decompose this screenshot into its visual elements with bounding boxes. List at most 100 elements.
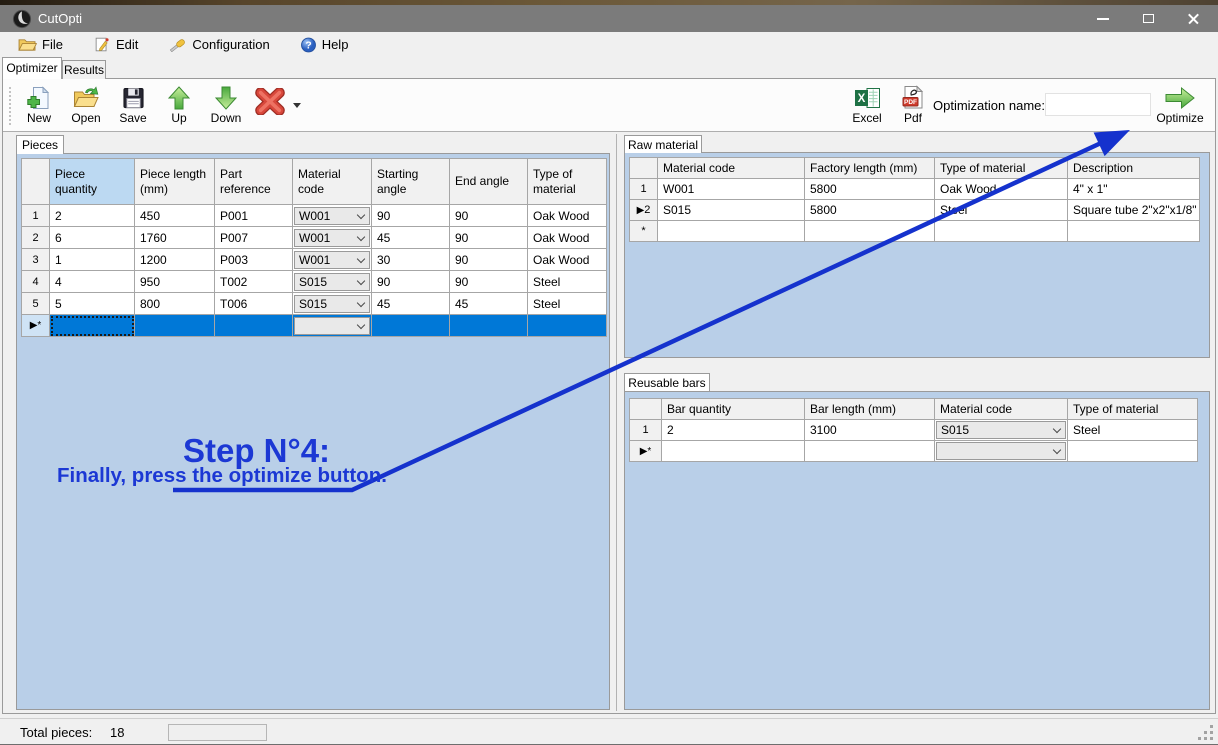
tab-optimizer[interactable]: Optimizer: [2, 57, 62, 79]
menu-configuration[interactable]: Configuration: [160, 35, 277, 54]
cell-end[interactable]: 45: [450, 293, 528, 315]
row-header[interactable]: 1: [22, 205, 50, 227]
cell-end[interactable]: 90: [450, 205, 528, 227]
new-row-header[interactable]: ▶*: [22, 315, 50, 337]
cell-qty[interactable]: 4: [50, 271, 135, 293]
col-type-of-material[interactable]: Type of material: [528, 159, 607, 205]
cell-material-combo[interactable]: W001: [293, 205, 372, 227]
corner-header[interactable]: [630, 399, 662, 420]
row-header[interactable]: 4: [22, 271, 50, 293]
col-material-code[interactable]: Material code: [935, 399, 1068, 420]
cell-length[interactable]: [805, 221, 935, 242]
cell-material-combo[interactable]: S015: [935, 420, 1068, 441]
cell-qty[interactable]: 1: [50, 249, 135, 271]
cell-type[interactable]: [1068, 441, 1198, 462]
save-button[interactable]: Save: [111, 84, 155, 125]
cell-length[interactable]: [805, 441, 935, 462]
cell-start[interactable]: 90: [372, 205, 450, 227]
cell-type[interactable]: Steel: [528, 293, 607, 315]
cell-desc[interactable]: [1068, 221, 1200, 242]
resize-grip-icon[interactable]: [1199, 726, 1213, 740]
up-button[interactable]: Up: [157, 84, 201, 125]
cell-length[interactable]: 1760: [135, 227, 215, 249]
cell-start[interactable]: 45: [372, 227, 450, 249]
cell-length[interactable]: 800: [135, 293, 215, 315]
row-header[interactable]: 1: [630, 420, 662, 441]
cell-type[interactable]: Steel: [1068, 420, 1198, 441]
col-piece-quantity[interactable]: Piece quantity: [50, 159, 135, 205]
pdf-export-button[interactable]: PDF Pdf: [893, 84, 933, 125]
excel-export-button[interactable]: X Excel: [843, 84, 891, 125]
col-bar-quantity[interactable]: Bar quantity: [662, 399, 805, 420]
tab-reusable-bars[interactable]: Reusable bars: [624, 373, 710, 391]
corner-header[interactable]: [630, 158, 658, 179]
col-type-of-material[interactable]: Type of material: [1068, 399, 1198, 420]
cell-material-combo[interactable]: W001: [293, 249, 372, 271]
cell-start[interactable]: 45: [372, 293, 450, 315]
cell-ref[interactable]: P001: [215, 205, 293, 227]
row-header[interactable]: 2: [22, 227, 50, 249]
cell-code[interactable]: W001: [658, 179, 805, 200]
open-button[interactable]: Open: [63, 84, 109, 125]
cell-end[interactable]: 90: [450, 227, 528, 249]
new-button[interactable]: New: [17, 84, 61, 125]
cell-qty[interactable]: 5: [50, 293, 135, 315]
col-material-code[interactable]: Material code: [658, 158, 805, 179]
col-starting-angle[interactable]: Starting angle: [372, 159, 450, 205]
row-header[interactable]: 5: [22, 293, 50, 315]
tab-pieces[interactable]: Pieces: [16, 135, 64, 154]
panel-splitter[interactable]: [616, 134, 617, 711]
minimize-button[interactable]: [1086, 5, 1120, 32]
col-factory-length[interactable]: Factory length (mm): [805, 158, 935, 179]
cell-selected[interactable]: [215, 315, 293, 337]
new-row-header[interactable]: ▶*: [630, 441, 662, 462]
cell-type[interactable]: Steel: [528, 271, 607, 293]
cell-ref[interactable]: P007: [215, 227, 293, 249]
close-button[interactable]: [1176, 5, 1210, 32]
cell-type[interactable]: Oak Wood: [528, 249, 607, 271]
cell-qty-selected[interactable]: [50, 315, 135, 337]
cell-end[interactable]: 90: [450, 249, 528, 271]
cell-desc[interactable]: Square tube 2"x2"x1/8": [1068, 200, 1200, 221]
cell-length[interactable]: 450: [135, 205, 215, 227]
maximize-button[interactable]: [1131, 5, 1165, 32]
cell-type[interactable]: Oak Wood: [528, 227, 607, 249]
cell-material-combo[interactable]: W001: [293, 227, 372, 249]
row-header[interactable]: 1: [630, 179, 658, 200]
cell-material-combo[interactable]: S015: [293, 271, 372, 293]
cell-start[interactable]: 30: [372, 249, 450, 271]
cell-desc[interactable]: 4" x 1": [1068, 179, 1200, 200]
row-header[interactable]: 3: [22, 249, 50, 271]
cell-code[interactable]: S015: [658, 200, 805, 221]
col-end-angle[interactable]: End angle: [450, 159, 528, 205]
cell-qty[interactable]: 6: [50, 227, 135, 249]
cell-length[interactable]: 950: [135, 271, 215, 293]
col-type-of-material[interactable]: Type of material: [935, 158, 1068, 179]
col-material-code[interactable]: Material code: [293, 159, 372, 205]
col-part-reference[interactable]: Part reference: [215, 159, 293, 205]
new-row-header[interactable]: *: [630, 221, 658, 242]
delete-dropdown-caret[interactable]: [293, 103, 301, 108]
col-description[interactable]: Description: [1068, 158, 1200, 179]
cell-selected[interactable]: [450, 315, 528, 337]
menu-help[interactable]: ? Help: [292, 35, 357, 55]
tab-results[interactable]: Results: [62, 60, 106, 79]
cell-qty[interactable]: [662, 441, 805, 462]
cell-selected[interactable]: [372, 315, 450, 337]
cell-ref[interactable]: T002: [215, 271, 293, 293]
corner-header[interactable]: [22, 159, 50, 205]
cell-length[interactable]: 3100: [805, 420, 935, 441]
tab-raw-material[interactable]: Raw material: [624, 135, 702, 153]
cell-length[interactable]: 1200: [135, 249, 215, 271]
cell-material-combo[interactable]: [935, 441, 1068, 462]
cell-material-combo[interactable]: [293, 315, 372, 337]
optimize-button[interactable]: Optimize: [1149, 84, 1211, 125]
cell-material-combo[interactable]: S015: [293, 293, 372, 315]
menu-edit[interactable]: Edit: [85, 35, 146, 54]
cell-type[interactable]: [935, 221, 1068, 242]
cell-type[interactable]: Oak Wood: [935, 179, 1068, 200]
cell-selected[interactable]: [528, 315, 607, 337]
cell-code[interactable]: [658, 221, 805, 242]
cell-type[interactable]: Oak Wood: [528, 205, 607, 227]
cell-end[interactable]: 90: [450, 271, 528, 293]
